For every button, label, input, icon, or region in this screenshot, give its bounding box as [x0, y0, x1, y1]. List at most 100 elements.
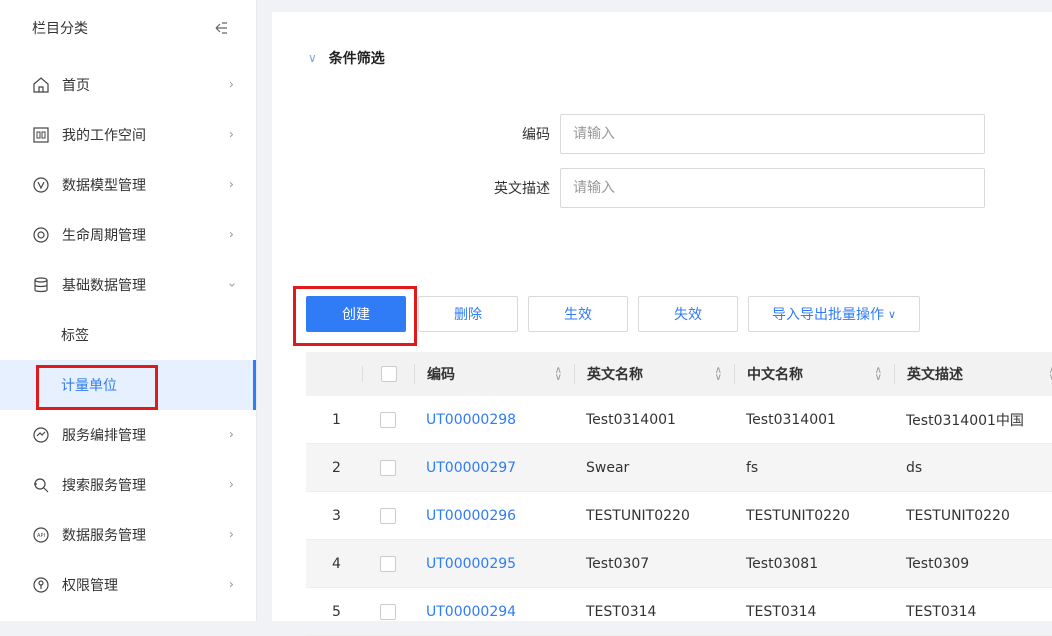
cell-english-desc: Test0314001中国 — [906, 412, 1024, 429]
header-english-desc[interactable]: 英文描述∧∨ — [894, 364, 1052, 384]
cell-chinese-name: Test03081 — [746, 555, 819, 572]
code-input[interactable] — [560, 114, 985, 154]
row-index: 5 — [332, 603, 341, 620]
chevron-right-icon: › — [228, 177, 234, 193]
header-en-label: 英文名称 — [587, 367, 643, 383]
highlight-box-menu — [36, 365, 158, 410]
header-english-name[interactable]: 英文名称 ∧ ∨ — [574, 364, 734, 384]
header-code[interactable]: 编码 ∧ ∨ — [414, 364, 574, 384]
row-index: 3 — [332, 507, 341, 524]
collapse-sidebar-icon[interactable] — [212, 20, 228, 36]
cell-english-desc: Test0309 — [906, 555, 970, 572]
sidebar-item-basic-data[interactable]: 基础数据管理 › — [0, 260, 256, 310]
chevron-right-icon: › — [228, 227, 234, 243]
database-icon — [32, 276, 50, 294]
home-icon — [32, 76, 50, 94]
header-desc-label: 英文描述 — [907, 367, 963, 383]
model-icon — [32, 176, 50, 194]
sidebar-item-label: 首页 — [62, 78, 90, 94]
orchestration-icon — [32, 426, 50, 444]
lifecycle-icon — [32, 226, 50, 244]
table-header: 编码 ∧∨ 英文名称 ∧∨ 中文名称 ∧∨ 英文描述∧∨ — [306, 352, 1052, 396]
svg-text:API: API — [37, 533, 45, 539]
sort-icon[interactable]: ∧∨ — [715, 366, 722, 383]
select-all-checkbox[interactable] — [380, 366, 397, 382]
row-index: 4 — [332, 555, 341, 572]
cell-english-name: TEST0314 — [586, 603, 657, 620]
workspace-icon — [32, 126, 50, 144]
cell-english-desc: ds — [906, 459, 923, 476]
row-checkbox[interactable] — [380, 459, 396, 476]
code-filter-row: 编码 — [452, 114, 985, 154]
sidebar-item-home[interactable]: 首页 › — [0, 60, 256, 110]
table-row: 2 UT00000297 Swear fs ds — [306, 444, 1052, 492]
cell-chinese-name: Test0314001 — [746, 411, 836, 428]
cell-english-name: Test0314001 — [586, 411, 676, 428]
sidebar-item-data-model[interactable]: 数据模型管理 › — [0, 160, 256, 210]
cell-chinese-name: TEST0314 — [746, 603, 817, 620]
code-link[interactable]: UT00000296 — [426, 508, 516, 524]
sidebar-subitem-label: 标签 — [61, 328, 89, 344]
chevron-right-icon: › — [228, 577, 234, 593]
sidebar-item-label: 服务编排管理 — [62, 428, 146, 444]
chevron-right-icon: › — [228, 127, 234, 143]
search-service-icon — [32, 476, 50, 494]
table-row: 3 UT00000296 TESTUNIT0220 TESTUNIT0220 T… — [306, 492, 1052, 540]
sidebar-header: 栏目分类 — [0, 0, 256, 60]
sidebar-item-lifecycle[interactable]: 生命周期管理 › — [0, 210, 256, 260]
filter-section-header[interactable]: ∨ 条件筛选 — [308, 48, 385, 68]
cell-chinese-name: TESTUNIT0220 — [746, 507, 850, 524]
header-chinese-name[interactable]: 中文名称 ∧ ∨ — [734, 364, 894, 384]
sidebar-item-label: 搜索服务管理 — [62, 478, 146, 494]
delete-button[interactable]: 删除 — [418, 296, 518, 332]
sidebar-item-label: 数据服务管理 — [62, 528, 146, 544]
cell-english-name: TESTUNIT0220 — [586, 507, 690, 524]
sidebar-item-label: 数据模型管理 — [62, 178, 146, 194]
code-link[interactable]: UT00000298 — [426, 412, 516, 428]
cell-english-name: Swear — [586, 459, 630, 476]
desc-input[interactable] — [560, 168, 985, 208]
sidebar-title: 栏目分类 — [32, 21, 88, 37]
code-link[interactable]: UT00000297 — [426, 460, 516, 476]
desc-label: 英文描述 — [494, 181, 550, 197]
table-row: 4 UT00000295 Test0307 Test03081 Test0309 — [306, 540, 1052, 588]
chevron-right-icon: › — [228, 427, 234, 443]
row-checkbox[interactable] — [380, 507, 396, 524]
sidebar-item-permission[interactable]: 权限管理 › — [0, 560, 256, 610]
sidebar: 栏目分类 首页 › 我的工作空间 › 数据模型管理 › 生命周期管理 › 基础数… — [0, 0, 257, 621]
enable-button[interactable]: 生效 — [528, 296, 628, 332]
chevron-right-icon: › — [228, 77, 234, 93]
batch-operation-dropdown[interactable]: 导入导出批量操作 ∨ — [748, 296, 920, 332]
row-index: 2 — [332, 459, 341, 476]
sidebar-item-label: 生命周期管理 — [62, 228, 146, 244]
chevron-right-icon: › — [228, 527, 234, 543]
chevron-right-icon: › — [228, 477, 234, 493]
chevron-down-icon: › — [223, 282, 239, 288]
row-index: 1 — [332, 411, 341, 428]
cell-chinese-name: fs — [746, 459, 759, 476]
code-link[interactable]: UT00000294 — [426, 604, 516, 620]
sidebar-item-label: 我的工作空间 — [62, 128, 146, 144]
row-checkbox[interactable] — [380, 411, 396, 428]
disable-button[interactable]: 失效 — [638, 296, 738, 332]
sort-icon[interactable]: ∧∨ — [875, 366, 882, 383]
sidebar-item-search-service[interactable]: 搜索服务管理 › — [0, 460, 256, 510]
code-label: 编码 — [522, 127, 550, 143]
cell-english-desc: TEST0314 — [906, 603, 977, 620]
highlight-box-create — [293, 286, 417, 346]
sidebar-item-orchestration[interactable]: 服务编排管理 › — [0, 410, 256, 460]
permission-icon — [32, 576, 50, 594]
sidebar-item-workspace[interactable]: 我的工作空间 › — [0, 110, 256, 160]
sidebar-subitem-tags[interactable]: 标签 — [0, 310, 256, 360]
chevron-down-icon: ∨ — [887, 307, 897, 321]
main-panel: ∨ 条件筛选 编码 英文描述 创建 删除 生效 失效 导入导出批量操作 ∨ 编码… — [272, 12, 1052, 636]
filter-title: 条件筛选 — [328, 51, 385, 67]
cell-english-desc: TESTUNIT0220 — [906, 507, 1010, 524]
sort-icon[interactable]: ∧∨ — [555, 366, 562, 383]
sidebar-item-data-service[interactable]: API 数据服务管理 › — [0, 510, 256, 560]
table-row: 1 UT00000298 Test0314001 Test0314001 Tes… — [306, 396, 1052, 444]
row-checkbox[interactable] — [380, 555, 396, 572]
row-checkbox[interactable] — [380, 603, 396, 620]
sidebar-item-label: 基础数据管理 — [62, 278, 146, 294]
code-link[interactable]: UT00000295 — [426, 556, 516, 572]
